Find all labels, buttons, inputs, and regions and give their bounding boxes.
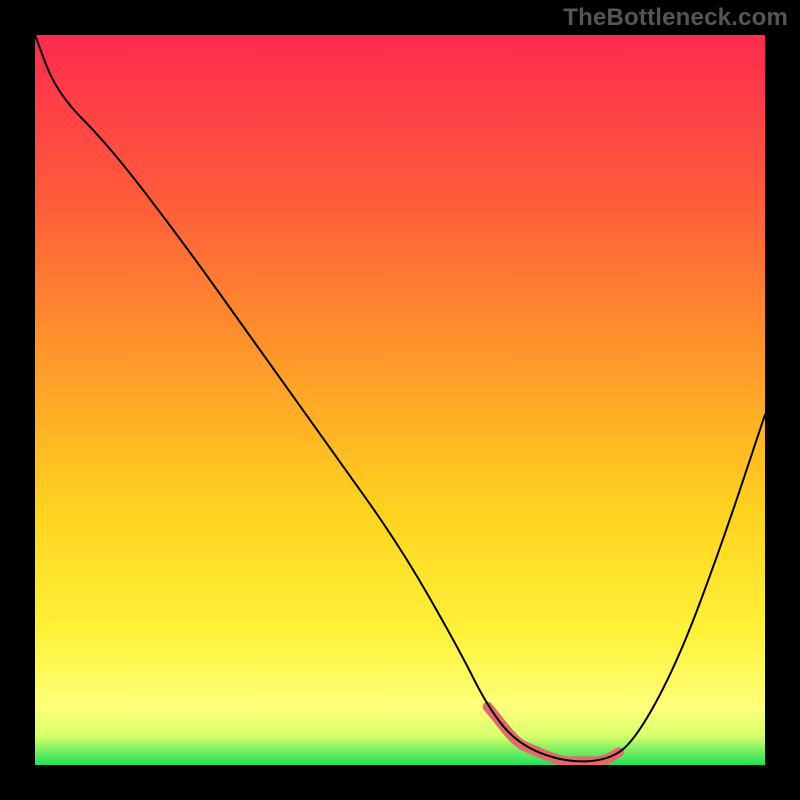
watermark-label: TheBottleneck.com <box>563 4 788 32</box>
plot-svg <box>35 35 765 765</box>
plot-area <box>35 35 765 765</box>
chart-stage: TheBottleneck.com <box>0 0 800 800</box>
gradient-background <box>35 35 765 765</box>
